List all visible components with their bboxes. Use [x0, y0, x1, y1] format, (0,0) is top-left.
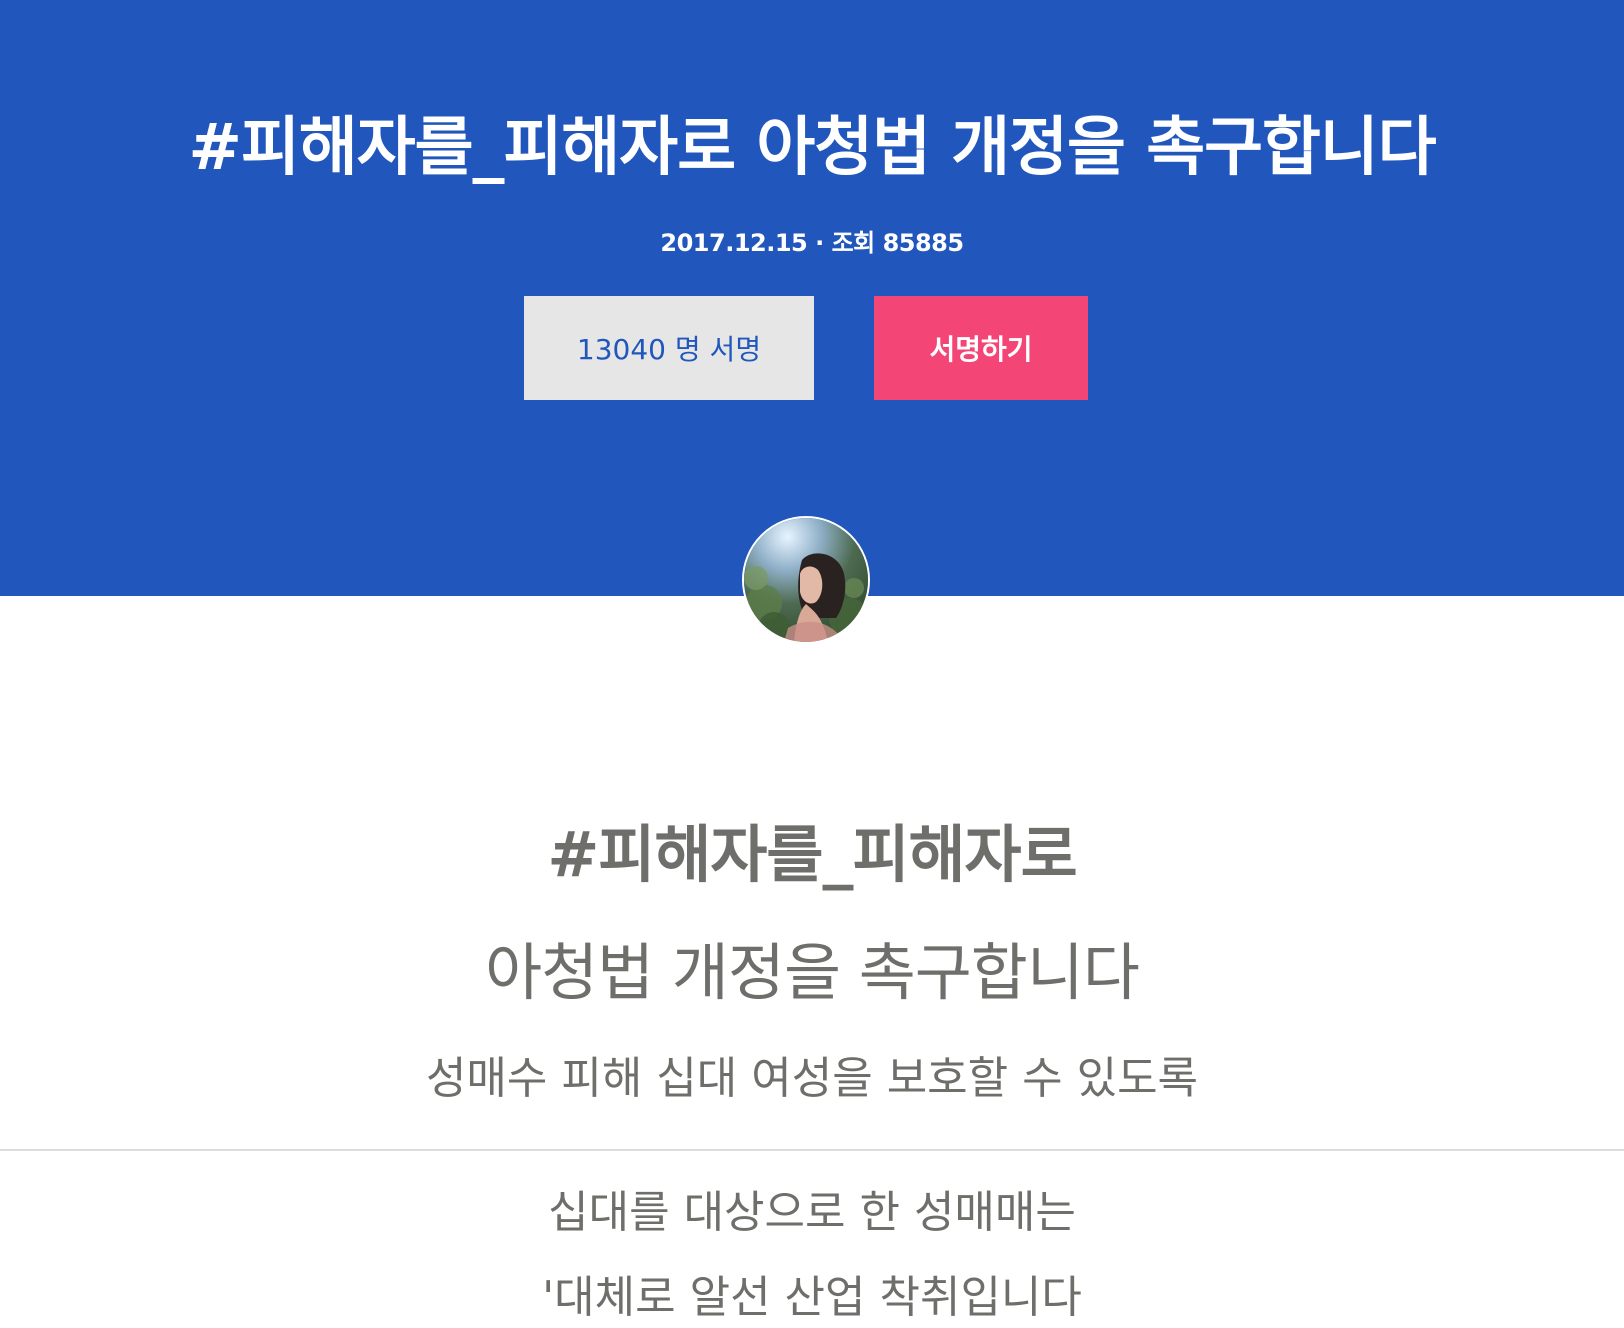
avatar-photo-icon: [744, 518, 868, 642]
hero-banner: #피해자를_피해자로 아청법 개정을 촉구합니다 2017.12.15 · 조회…: [0, 0, 1624, 596]
content-subheading: 성매수 피해 십대 여성을 보호할 수 있도록: [425, 1053, 1199, 1104]
signature-count-button[interactable]: 13040 명 서명: [524, 296, 814, 400]
author-avatar[interactable]: [742, 516, 870, 644]
body-text-line: '대체로 알선 산업 착취입니다: [542, 1272, 1082, 1323]
sign-button[interactable]: 서명하기: [874, 296, 1088, 400]
content-heading-line1: #피해자를_피해자로: [547, 818, 1077, 891]
divider: [0, 1149, 1624, 1151]
petition-title: #피해자를_피해자로 아청법 개정을 촉구합니다: [188, 111, 1436, 185]
petition-meta: 2017.12.15 · 조회 85885: [660, 229, 964, 257]
content-heading-line2: 아청법 개정을 촉구합니다: [485, 936, 1140, 1009]
body-text-line: 십대를 대상으로 한 성매매는: [548, 1187, 1076, 1238]
